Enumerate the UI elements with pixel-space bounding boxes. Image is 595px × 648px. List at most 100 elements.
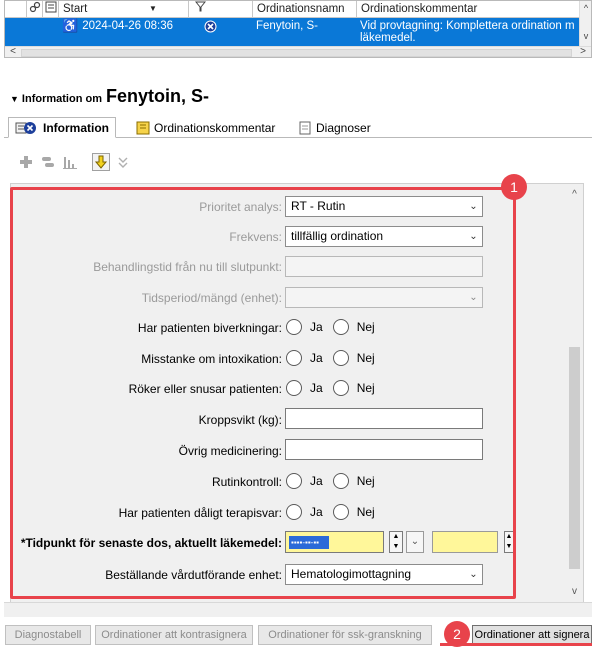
form-panel-bottom — [4, 602, 592, 617]
roker-ja-radio[interactable]: Ja — [286, 380, 323, 396]
grid-vertical-scrollbar[interactable]: ^ v — [579, 1, 591, 46]
date-selected-placeholder: ▪▪▪▪-▪▪-▪▪ — [289, 536, 329, 549]
orders-grid: Start ▼ Ordinationsnamn Ordinationskomme… — [4, 0, 592, 58]
chevron-down-icon[interactable]: ⌄ — [464, 227, 482, 246]
tidpunkt-date-field[interactable]: ▪▪▪▪-▪▪-▪▪ — [285, 531, 384, 553]
rutinkontroll-nej-radio[interactable]: Nej — [332, 473, 375, 489]
tidpunkt-time-field[interactable] — [432, 531, 498, 553]
radio-circle[interactable] — [286, 319, 302, 335]
document-list-icon[interactable] — [43, 1, 59, 18]
radio-ja-label: Ja — [310, 351, 323, 365]
scroll-right-icon[interactable]: > — [577, 46, 589, 57]
bestallande-value: Hematologimottagning — [291, 567, 412, 581]
rutinkontroll-ja-radio[interactable]: Ja — [286, 473, 323, 489]
biverkningar-nej-radio[interactable]: Nej — [332, 319, 375, 335]
frekvens-select[interactable]: tillfällig ordination ⌄ — [285, 226, 483, 247]
radio-nej-label: Nej — [356, 474, 375, 488]
move-down-icon[interactable] — [92, 153, 110, 171]
ssk-granskning-button[interactable]: Ordinationer för ssk-granskning — [258, 625, 432, 645]
table-row[interactable]: ♿ 2024-04-26 08:36 Fenytoin, S- Vid prov… — [5, 18, 591, 46]
filter-icon[interactable] — [189, 1, 253, 18]
radio-circle[interactable] — [286, 504, 302, 520]
radio-ja-label: Ja — [310, 474, 323, 488]
biverkningar-radio-group: Ja Nej — [286, 316, 385, 338]
link-remove-icon[interactable] — [40, 154, 56, 170]
column-ordinationskommentar[interactable]: Ordinationskommentar — [357, 1, 581, 18]
kontrasignera-button[interactable]: Ordinationer att kontrasignera — [95, 625, 253, 645]
radio-circle[interactable] — [332, 380, 349, 396]
diagnostabell-button[interactable]: Diagnostabell — [5, 625, 91, 645]
grid-header: Start ▼ Ordinationsnamn Ordinationskomme… — [5, 1, 591, 18]
roker-nej-radio[interactable]: Nej — [332, 380, 375, 396]
bestallande-select[interactable]: Hematologimottagning ⌄ — [285, 564, 483, 585]
chevron-down-icon[interactable]: ⌄ — [464, 565, 482, 584]
scroll-up-icon[interactable]: ^ — [580, 3, 591, 13]
scroll-down-icon[interactable]: v — [580, 31, 591, 41]
terapisvar-label: Har patienten dåligt terapisvar: — [118, 506, 282, 520]
chevron-down-icon[interactable]: ⌄ — [464, 288, 482, 307]
scroll-left-icon[interactable]: < — [7, 46, 19, 57]
grid-horizontal-scrollbar[interactable]: < > — [5, 46, 591, 57]
prioritet-label: Prioritet analys: — [199, 200, 282, 214]
tab-diagnoser[interactable]: Diagnoser — [292, 117, 377, 138]
intoxikation-nej-radio[interactable]: Nej — [332, 350, 375, 366]
behandlingstid-field[interactable] — [285, 256, 483, 277]
radio-ja-label: Ja — [310, 381, 323, 395]
signera-highlight-line — [440, 643, 592, 646]
time-spinner[interactable]: ▲ ▼ — [504, 531, 514, 553]
column-start[interactable]: Start ▼ — [59, 1, 189, 18]
scroll-down-icon[interactable]: v — [567, 586, 582, 597]
form-vertical-scrollbar[interactable]: ^ v — [567, 187, 582, 601]
tidsperiod-select[interactable]: ⌄ — [285, 287, 483, 308]
horizontal-scroll-thumb[interactable] — [21, 49, 572, 57]
kroppsvikt-field[interactable] — [285, 408, 483, 429]
collapse-toggle-icon[interactable]: ▼ — [10, 94, 19, 104]
kroppsvikt-label: Kroppsvikt (kg): — [198, 413, 282, 427]
behandlingstid-label: Behandlingstid från nu till slutpunkt: — [93, 260, 282, 274]
step-badge-1: 1 — [501, 174, 527, 200]
expand-down-icon[interactable] — [116, 154, 130, 170]
tab-information-label: Information — [43, 120, 109, 135]
radio-circle[interactable] — [332, 319, 349, 335]
chevron-down-icon[interactable]: ⌄ — [464, 197, 482, 216]
tab-information[interactable]: Information — [8, 117, 116, 138]
form-toolbar — [18, 152, 136, 172]
row-start: 2024-04-26 08:36 — [82, 20, 173, 32]
column-ordinationsnamn[interactable]: Ordinationsnamn — [253, 1, 357, 18]
link-icon[interactable] — [27, 1, 43, 18]
date-spinner[interactable]: ▲ ▼ — [389, 531, 403, 553]
radio-circle[interactable] — [332, 504, 349, 520]
row-comment: Vid provtagning: Komplettera ordination … — [357, 18, 581, 46]
radio-circle[interactable] — [332, 350, 349, 366]
terapisvar-nej-radio[interactable]: Nej — [332, 504, 375, 520]
chart-icon[interactable] — [62, 154, 78, 170]
row-comment-line1: Vid provtagning: Komplettera ordination … — [360, 20, 575, 32]
radio-circle[interactable] — [286, 473, 302, 489]
biverkningar-ja-radio[interactable]: Ja — [286, 319, 323, 335]
roker-label: Röker eller snusar patienten: — [128, 382, 282, 396]
biverkningar-label: Har patienten biverkningar: — [137, 321, 282, 335]
ovrig-field[interactable] — [285, 439, 483, 460]
cancel-status-icon — [201, 18, 221, 46]
add-icon[interactable] — [18, 154, 34, 170]
scroll-up-icon[interactable]: ^ — [567, 189, 582, 200]
radio-nej-label: Nej — [356, 381, 375, 395]
tab-ordinationskommentar-label: Ordinationskommentar — [154, 120, 276, 135]
row-start-cell: ♿ 2024-04-26 08:36 — [59, 18, 189, 46]
vertical-scroll-thumb[interactable] — [569, 347, 580, 569]
grid-col-indicator[interactable] — [5, 1, 27, 18]
radio-circle[interactable] — [286, 350, 302, 366]
roker-radio-group: Ja Nej — [286, 377, 385, 399]
date-dropdown-chevron-icon[interactable]: ⌄ — [406, 531, 424, 553]
radio-circle[interactable] — [332, 473, 349, 489]
frekvens-value: tillfällig ordination — [291, 229, 384, 243]
intoxikation-ja-radio[interactable]: Ja — [286, 350, 323, 366]
info-heading[interactable]: ▼ Information om Fenytoin, S- — [10, 86, 209, 108]
information-tab-icon — [15, 121, 36, 135]
info-heading-subject: Fenytoin, S- — [105, 86, 209, 106]
tab-ordinationskommentar[interactable]: Ordinationskommentar — [130, 117, 281, 138]
radio-circle[interactable] — [286, 380, 302, 396]
terapisvar-ja-radio[interactable]: Ja — [286, 504, 323, 520]
signera-button[interactable]: Ordinationer att signera — [472, 625, 592, 645]
prioritet-select[interactable]: RT - Rutin ⌄ — [285, 196, 483, 217]
